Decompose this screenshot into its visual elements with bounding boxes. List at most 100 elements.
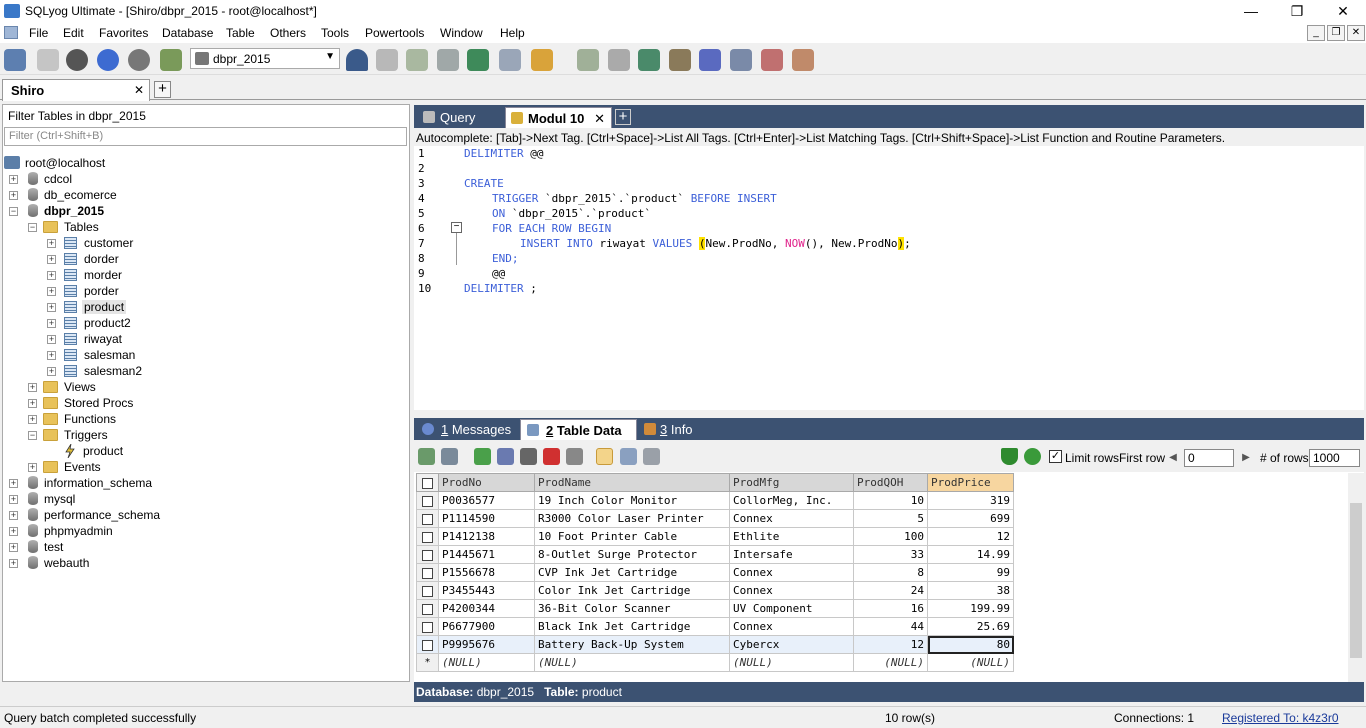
grid-cell[interactable]: P1556678 [438,563,535,582]
menu-window[interactable]: Window [440,26,483,40]
column-header-ProdMfg[interactable]: ProdMfg [729,473,854,492]
data-sync-icon[interactable] [608,49,630,71]
registered-link[interactable]: Registered To: k4z3r0 [1222,711,1339,725]
text-view-icon[interactable] [643,448,660,465]
column-header-ProdPrice[interactable]: ProdPrice [927,473,1014,492]
grid-cell[interactable]: 25.69 [927,617,1014,636]
filter-icon[interactable] [1001,448,1018,465]
schema-designer-icon[interactable] [792,49,814,71]
user-manager-icon[interactable] [346,49,368,71]
grid-cell[interactable]: P6677900 [438,617,535,636]
code-line-5[interactable]: ON `dbpr_2015`.`product` [492,207,651,220]
notification-icon[interactable] [730,49,752,71]
limit-rows-checkbox[interactable]: ✓ [1049,450,1062,463]
code-line-4[interactable]: TRIGGER `dbpr_2015`.`product` BEFORE INS… [492,192,777,205]
row-checkbox-cell[interactable] [416,563,439,582]
expand-icon[interactable]: + [9,495,18,504]
expand-icon[interactable]: + [47,319,56,328]
row-checkbox[interactable] [422,585,433,597]
expand-icon[interactable]: + [9,511,18,520]
new-connection-icon[interactable] [4,49,26,71]
num-rows-input[interactable]: 1000 [1309,449,1360,467]
create-table-icon[interactable] [406,49,428,71]
menu-others[interactable]: Others [270,26,306,40]
expand-icon[interactable]: + [28,383,37,392]
column-header-ProdName[interactable]: ProdName [534,473,730,492]
add-tab-button[interactable]: + [615,109,631,125]
duplicate-row-icon[interactable] [497,448,514,465]
scheduled-jobs-icon[interactable] [699,49,721,71]
table-row[interactable]: P6677900 Black Ink Jet Cartridge Connex 44 2… [416,617,1014,636]
compare-icon[interactable] [638,49,660,71]
row-checkbox-cell[interactable] [416,545,439,564]
new-row[interactable]: * (NULL) (NULL) (NULL) (NULL) (NULL) [416,653,1014,672]
grid-cell[interactable]: 10 [853,491,928,510]
add-connection-button[interactable]: + [154,81,171,98]
null-cell[interactable]: (NULL) [853,653,928,672]
document-icon[interactable] [4,26,18,39]
tab-table-data[interactable]: 2 Table Data [520,419,637,440]
grid-cell[interactable]: Connex [729,563,854,582]
row-checkbox[interactable] [422,495,433,507]
grid-cell[interactable]: 14.99 [927,545,1014,564]
expand-icon[interactable]: + [9,191,18,200]
row-checkbox-cell[interactable] [416,581,439,600]
grid-cell[interactable]: 699 [927,509,1014,528]
expand-icon[interactable]: + [47,287,56,296]
grid-cell[interactable]: P1412138 [438,527,535,546]
expand-icon[interactable]: + [28,463,37,472]
sync-icon[interactable] [577,49,599,71]
table-row[interactable]: P1114590 R3000 Color Laser Printer Connex 5… [416,509,1014,528]
expand-icon[interactable]: + [47,239,56,248]
grid-cell[interactable]: Ethlite [729,527,854,546]
grid-cell[interactable]: 44 [853,617,928,636]
sql-editor[interactable] [414,146,1364,410]
expand-icon[interactable]: + [47,367,56,376]
row-checkbox[interactable] [422,621,433,633]
grid-cell[interactable]: Cybercx [729,635,854,654]
table-row[interactable]: P1445671 8-Outlet Surge Protector Intersaf… [416,545,1014,564]
table-row[interactable]: P0036577 19 Inch Color Monitor CollorMeg, … [416,491,1014,510]
grid-cell[interactable]: Connex [729,617,854,636]
grid-cell[interactable]: 12 [927,527,1014,546]
grid-cell[interactable]: 319 [927,491,1014,510]
column-header-ProdNo[interactable]: ProdNo [438,473,535,492]
grid-cell[interactable]: Color Ink Jet Cartridge [534,581,730,600]
close-button[interactable]: ✕ [1320,0,1366,23]
save-icon[interactable] [520,448,537,465]
minimize-button[interactable]: — [1228,0,1274,23]
connection-tab[interactable]: Shiro ✕ [2,79,150,101]
grid-cell[interactable]: Battery Back-Up System [534,635,730,654]
mdi-restore-button[interactable]: ❐ [1327,25,1345,41]
grid-cell[interactable]: CVP Ink Jet Cartridge [534,563,730,582]
expand-icon[interactable]: + [47,255,56,264]
menu-tools[interactable]: Tools [321,26,349,40]
schema-icon[interactable] [499,49,521,71]
grid-cell[interactable]: 8 [853,563,928,582]
null-cell[interactable]: (NULL) [438,653,535,672]
row-checkbox-cell[interactable] [416,617,439,636]
column-header-ProdQOH[interactable]: ProdQOH [853,473,928,492]
grid-cell[interactable]: 36-Bit Color Scanner [534,599,730,618]
first-row-input[interactable]: 0 [1184,449,1234,467]
menu-favorites[interactable]: Favorites [99,26,148,40]
refresh-icon[interactable] [1024,448,1041,465]
grid-cell[interactable]: 16 [853,599,928,618]
collapse-icon[interactable]: − [28,431,37,440]
fold-toggle[interactable]: − [451,222,462,233]
grid-cell[interactable]: P4200344 [438,599,535,618]
code-line-8[interactable]: END; [492,252,519,265]
grid-cell[interactable]: 199.99 [927,599,1014,618]
row-checkbox-cell[interactable] [416,509,439,528]
export-icon[interactable] [441,448,458,465]
row-checkbox[interactable] [422,531,433,543]
grid-cell[interactable]: P9995676 [438,635,535,654]
tab-query[interactable]: Query [418,107,504,128]
expand-icon[interactable]: + [9,559,18,568]
row-checkbox[interactable] [422,603,433,615]
grid-cell[interactable]: 24 [853,581,928,600]
expand-icon[interactable]: + [9,543,18,552]
menu-powertools[interactable]: Powertools [365,26,424,40]
editor-splitter[interactable] [414,410,1364,418]
select-all-checkbox-cell[interactable] [416,473,439,492]
